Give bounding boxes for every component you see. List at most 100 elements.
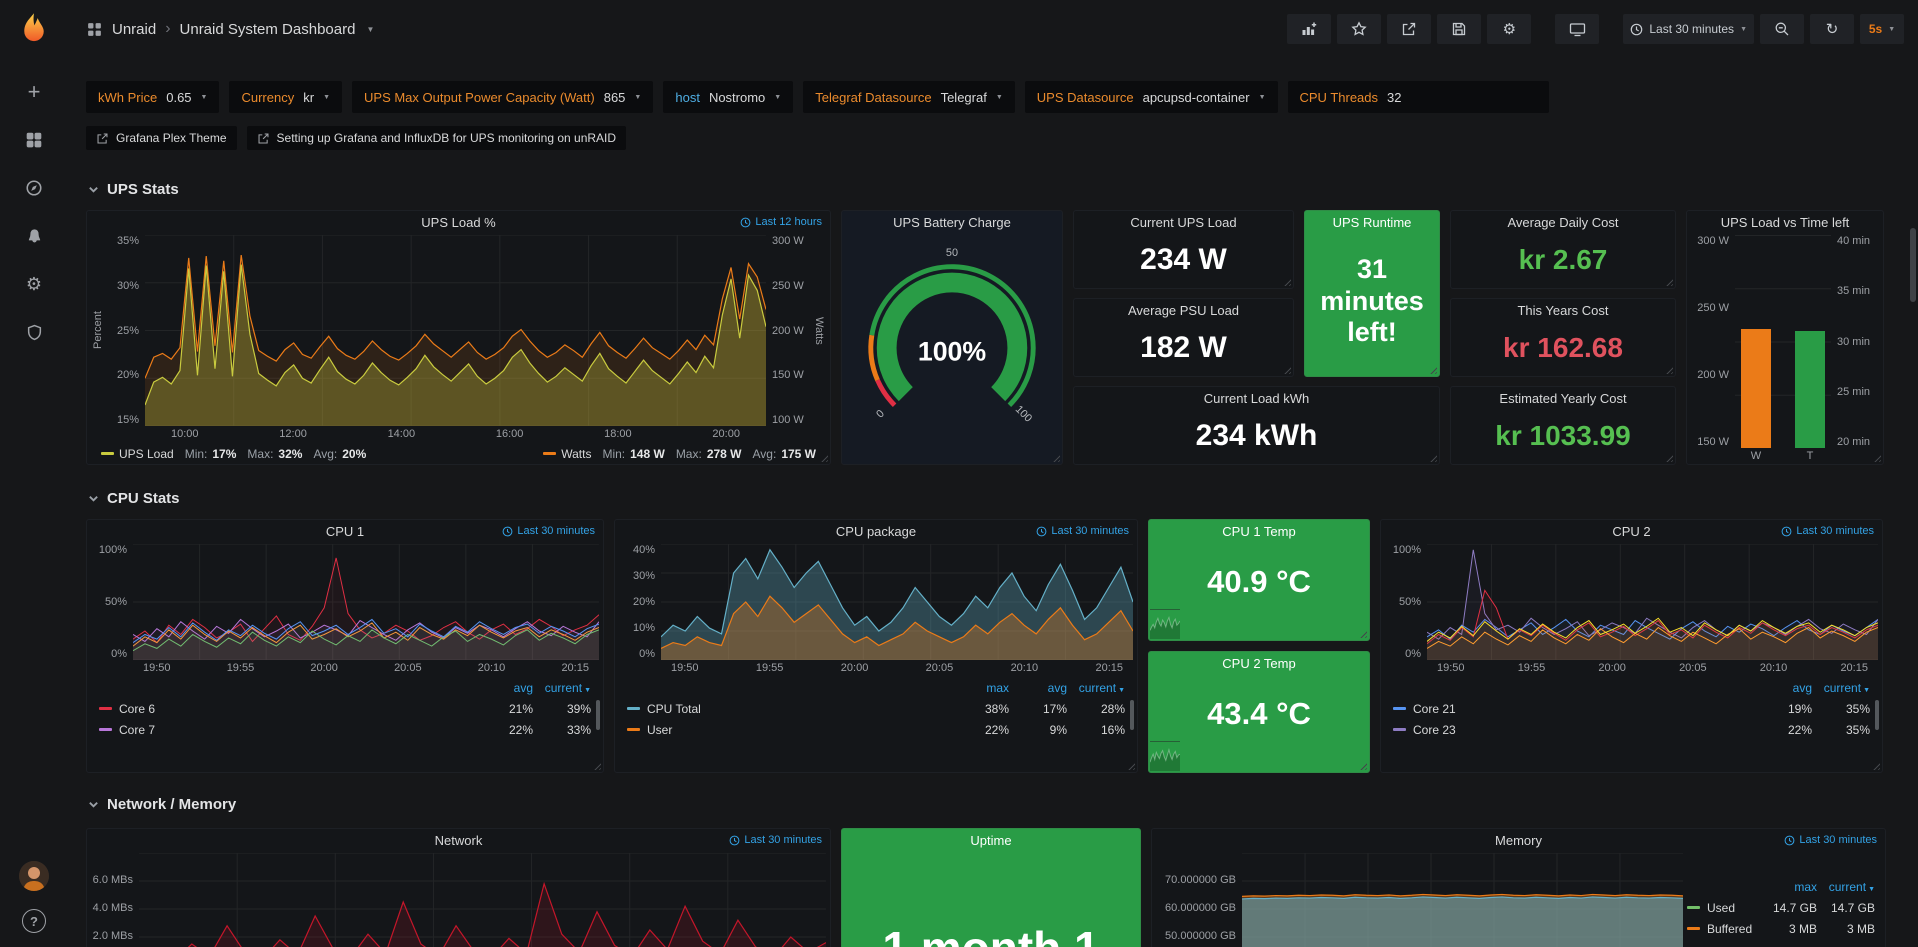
variable-currency[interactable]: Currencykr▼ <box>229 81 342 113</box>
panel-title[interactable]: Estimated Yearly Cost <box>1451 387 1675 411</box>
dashboard-grid-icon[interactable] <box>86 21 103 38</box>
panel-title[interactable]: This Years Cost <box>1451 299 1675 323</box>
variable-ups-datasource[interactable]: UPS Datasourceapcupsd-container▼ <box>1025 81 1278 113</box>
legend-col-avg[interactable]: avg <box>1754 681 1812 695</box>
panel-title[interactable]: Uptime <box>842 829 1140 853</box>
battery-gauge[interactable]: 0 50 100 100% <box>853 243 1051 428</box>
variable-value[interactable]: 865 <box>604 90 626 105</box>
legend-col-max[interactable]: max <box>951 681 1009 695</box>
series-toggle[interactable]: User <box>627 723 951 737</box>
variable-host[interactable]: hostNostromo▼ <box>663 81 793 113</box>
sidebar-item-configuration[interactable]: ⚙ <box>0 260 68 308</box>
page-scrollbar-thumb[interactable] <box>1910 228 1916 302</box>
legend-series-watts[interactable]: WattsMin:148 WMax:278 WAvg:175 W <box>543 447 816 461</box>
section-header-cpu-stats[interactable]: CPU Stats <box>88 487 1918 509</box>
panel-title[interactable]: UPS Battery Charge <box>842 211 1062 235</box>
series-toggle[interactable]: Core 23 <box>1393 723 1754 737</box>
network-chart[interactable] <box>139 853 826 947</box>
cpu2-chart[interactable] <box>1427 544 1878 660</box>
memory-chart[interactable] <box>1242 853 1683 947</box>
grafana-logo[interactable] <box>0 0 68 58</box>
variable-value[interactable]: Nostromo <box>709 90 765 105</box>
cycle-view-mode-button[interactable] <box>1555 14 1599 44</box>
breadcrumb-dashboard-title[interactable]: Unraid System Dashboard <box>180 21 356 38</box>
save-dashboard-button[interactable] <box>1437 14 1481 44</box>
cpu-package-chart[interactable] <box>661 544 1133 660</box>
panel-title[interactable]: Network <box>87 829 830 853</box>
variable-telegraf-datasource[interactable]: Telegraf DatasourceTelegraf▼ <box>803 81 1015 113</box>
stat-value: kr 1033.99 <box>1451 411 1675 464</box>
user-avatar[interactable] <box>19 861 49 891</box>
section-header-network-memory[interactable]: Network / Memory <box>88 793 1918 815</box>
time-range-override[interactable]: Last 30 minutes <box>1036 525 1129 537</box>
panel-title[interactable]: UPS Load % <box>87 211 830 235</box>
series-toggle[interactable]: Core 21 <box>1393 702 1754 716</box>
time-range-picker[interactable]: Last 30 minutes ▼ <box>1623 14 1754 44</box>
share-dashboard-button[interactable] <box>1387 14 1431 44</box>
dashboard-link-0[interactable]: Grafana Plex Theme <box>86 126 237 150</box>
legend-col-max[interactable]: max <box>1759 880 1817 894</box>
cpu1-chart[interactable] <box>133 544 599 660</box>
variable-cpu-threads[interactable]: CPU Threads32 <box>1288 81 1550 113</box>
series-toggle[interactable]: CPU Total <box>627 702 951 716</box>
legend-col-current[interactable]: current▼ <box>1817 880 1875 894</box>
help-icon[interactable]: ? <box>22 909 46 933</box>
zoom-out-button[interactable] <box>1760 14 1804 44</box>
dashboard-link-1[interactable]: Setting up Grafana and InfluxDB for UPS … <box>247 126 627 150</box>
bar-W[interactable] <box>1741 329 1771 448</box>
time-range-override[interactable]: Last 30 minutes <box>502 525 595 537</box>
legend-col-current[interactable]: current▼ <box>1812 681 1870 695</box>
add-panel-button[interactable] <box>1287 14 1331 44</box>
sidebar-item-dashboards[interactable] <box>0 116 68 164</box>
axis-tick: 60.000000 GB <box>1165 902 1236 914</box>
legend-scrollbar-thumb[interactable] <box>596 700 600 730</box>
variable-value[interactable]: Telegraf <box>941 90 987 105</box>
star-dashboard-button[interactable] <box>1337 14 1381 44</box>
sidebar-item-create[interactable]: + <box>0 68 68 116</box>
legend-col-avg[interactable]: avg <box>1009 681 1067 695</box>
panel-title[interactable]: Average PSU Load <box>1074 299 1293 323</box>
series-toggle[interactable]: Core 7 <box>99 723 475 737</box>
panel-title[interactable]: UPS Runtime <box>1305 211 1439 235</box>
sidebar-item-explore[interactable] <box>0 164 68 212</box>
refresh-interval-picker[interactable]: 5s ▼ <box>1860 14 1904 44</box>
series-name: Core 21 <box>1413 702 1456 716</box>
section-header-ups-stats[interactable]: UPS Stats <box>88 178 1918 200</box>
variable-input[interactable]: 32 <box>1387 90 1537 105</box>
variable-value[interactable]: 0.65 <box>166 90 191 105</box>
clock-icon <box>1784 835 1795 846</box>
legend-col-avg[interactable]: avg <box>475 681 533 695</box>
legend-col-current[interactable]: current▼ <box>1067 681 1125 695</box>
variable-ups-max-output[interactable]: UPS Max Output Power Capacity (Watt)865▼ <box>352 81 653 113</box>
panel-title[interactable]: Memory <box>1152 829 1885 853</box>
legend-series-ups-load[interactable]: UPS LoadMin:17%Max:32%Avg:20% <box>101 447 366 461</box>
panel-title[interactable]: Average Daily Cost <box>1451 211 1675 235</box>
time-range-override[interactable]: Last 30 minutes <box>1784 834 1877 846</box>
panel-title[interactable]: UPS Load vs Time left <box>1687 211 1883 235</box>
series-toggle[interactable]: Used <box>1687 901 1759 915</box>
sidebar-item-alerting[interactable] <box>0 212 68 260</box>
bar-T[interactable] <box>1795 331 1825 448</box>
series-toggle[interactable]: Buffered <box>1687 922 1759 936</box>
legend-col-current[interactable]: current▼ <box>533 681 591 695</box>
sidebar-item-server-admin[interactable] <box>0 308 68 356</box>
panel-title[interactable]: CPU 1 Temp <box>1149 520 1369 544</box>
variable-kwh-price[interactable]: kWh Price0.65▼ <box>86 81 219 113</box>
time-range-override[interactable]: Last 30 minutes <box>1781 525 1874 537</box>
panel-title[interactable]: Current UPS Load <box>1074 211 1293 235</box>
dashboard-settings-button[interactable]: ⚙ <box>1487 14 1531 44</box>
legend-row-user: User22%9%16% <box>627 719 1125 740</box>
time-range-override[interactable]: Last 30 minutes <box>729 834 822 846</box>
panel-title[interactable]: Current Load kWh <box>1074 387 1439 411</box>
variable-value[interactable]: kr <box>303 90 314 105</box>
variable-value[interactable]: apcupsd-container <box>1143 90 1250 105</box>
refresh-button[interactable]: ↻ <box>1810 14 1854 44</box>
legend-scrollbar-thumb[interactable] <box>1130 700 1134 730</box>
dashboard-dropdown-caret-icon[interactable]: ▼ <box>366 25 374 34</box>
ups-load-chart[interactable] <box>145 235 766 426</box>
panel-title[interactable]: CPU 2 Temp <box>1149 652 1369 676</box>
breadcrumb-folder[interactable]: Unraid <box>112 21 156 38</box>
legend-scrollbar-thumb[interactable] <box>1875 700 1879 730</box>
series-toggle[interactable]: Core 6 <box>99 702 475 716</box>
time-range-override[interactable]: Last 12 hours <box>740 216 822 228</box>
